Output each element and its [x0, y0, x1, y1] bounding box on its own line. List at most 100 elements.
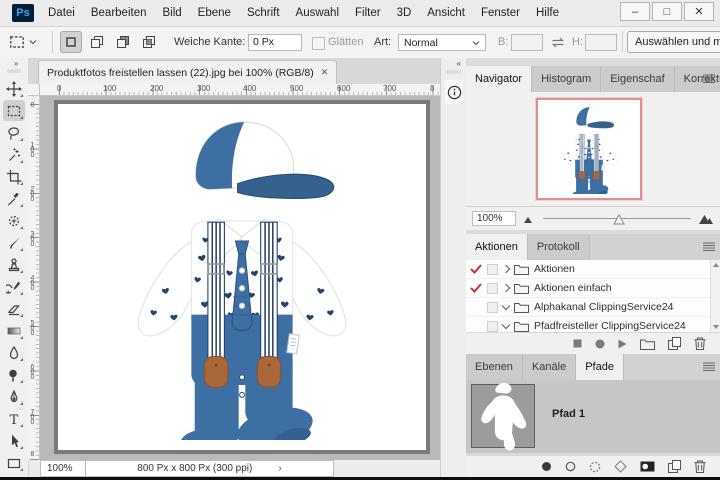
slider-thumb[interactable] — [613, 214, 625, 225]
dialog-toggle-checkbox[interactable] — [487, 302, 498, 313]
stop-icon[interactable] — [573, 339, 582, 348]
new-path-icon[interactable] — [668, 460, 681, 473]
tab-close-icon[interactable]: ✕ — [321, 67, 329, 78]
antialias-checkbox[interactable] — [312, 37, 325, 50]
rectangular-marquee-tool[interactable] — [3, 100, 25, 121]
trash-icon[interactable] — [694, 337, 706, 350]
minimize-button[interactable]: – — [620, 2, 650, 21]
magic-wand-tool[interactable] — [3, 144, 25, 165]
menu-ebene[interactable]: Ebene — [190, 0, 239, 26]
include-check[interactable] — [470, 264, 482, 274]
new-set-folder-icon[interactable] — [640, 338, 655, 350]
tab-histogram[interactable]: Histogram — [532, 66, 601, 92]
tab-protokoll[interactable]: Protokoll — [528, 234, 590, 260]
dodge-tool[interactable] — [3, 364, 25, 385]
tab-kanaele[interactable]: Kanäle — [523, 354, 576, 380]
tab-pfade[interactable]: Pfade — [576, 354, 624, 380]
close-button[interactable]: ✕ — [684, 2, 714, 21]
blur-tool[interactable] — [3, 342, 25, 363]
status-chevron-icon[interactable]: › — [278, 463, 281, 474]
move-tool[interactable] — [3, 78, 25, 99]
ruler-corner[interactable] — [28, 84, 40, 96]
strip-handle[interactable] — [446, 70, 461, 74]
menu-auswahl[interactable]: Auswahl — [288, 0, 347, 26]
menu-schrift[interactable]: Schrift — [239, 0, 288, 26]
load-selection-icon[interactable] — [589, 461, 601, 473]
history-brush-tool[interactable] — [3, 276, 25, 297]
tab-aktionen[interactable]: Aktionen — [466, 234, 528, 260]
eyedropper-tool[interactable] — [3, 188, 25, 209]
action-row[interactable]: Aktionen — [466, 260, 720, 279]
info-panel-button[interactable] — [445, 80, 463, 104]
subtract-selection-mode-button[interactable] — [112, 31, 134, 53]
width-input[interactable] — [511, 34, 543, 51]
lasso-tool[interactable] — [3, 122, 25, 143]
path-item-row[interactable]: Pfad 1 — [466, 380, 720, 453]
rectangle-shape-tool[interactable] — [3, 452, 25, 473]
spot-healing-brush-tool[interactable] — [3, 210, 25, 231]
stroke-path-icon[interactable] — [565, 461, 576, 472]
clone-stamp-tool[interactable] — [3, 254, 25, 275]
action-row[interactable]: Alphakanal ClippingService24 — [466, 298, 720, 317]
brush-tool[interactable] — [3, 232, 25, 253]
intersect-selection-mode-button[interactable] — [138, 31, 160, 53]
actions-scrollbar[interactable] — [710, 260, 720, 332]
scroll-up-icon[interactable] — [713, 263, 719, 267]
new-action-icon[interactable] — [668, 337, 681, 350]
menu-bild[interactable]: Bild — [154, 0, 189, 26]
menu-datei[interactable]: Datei — [40, 0, 83, 26]
zoom-out-icon[interactable] — [524, 215, 535, 223]
path-selection-tool[interactable] — [3, 430, 25, 451]
add-mask-icon[interactable] — [640, 461, 655, 472]
panel-menu-icon[interactable] — [703, 362, 715, 372]
menu-ansicht[interactable]: Ansicht — [419, 0, 473, 26]
navigator-zoom-slider[interactable] — [543, 212, 691, 226]
menu-bearbeiten[interactable]: Bearbeiten — [83, 0, 155, 26]
tab-ebenen[interactable]: Ebenen — [466, 354, 523, 380]
toolbar-collapse-button[interactable]: » — [14, 59, 18, 68]
menu-3d[interactable]: 3D — [389, 0, 420, 26]
maximize-button[interactable]: □ — [652, 2, 682, 21]
menu-fenster[interactable]: Fenster — [473, 0, 528, 26]
feather-input[interactable]: 0 Px — [248, 34, 302, 51]
tab-eigenschaften[interactable]: Eigenschaf — [601, 66, 674, 92]
crop-tool[interactable] — [3, 166, 25, 187]
include-check[interactable] — [470, 283, 482, 293]
document-image[interactable] — [54, 100, 430, 454]
dialog-toggle-checkbox[interactable] — [487, 264, 498, 275]
play-icon[interactable] — [618, 339, 627, 349]
swap-dimensions-icon[interactable] — [551, 36, 565, 49]
panel-menu-icon[interactable] — [703, 74, 715, 84]
canvas-area[interactable] — [40, 96, 440, 460]
navigator-proxy-view[interactable] — [536, 98, 642, 200]
action-row[interactable]: Aktionen einfach — [466, 279, 720, 298]
pen-tool[interactable] — [3, 386, 25, 407]
type-tool[interactable]: T — [3, 408, 25, 429]
height-input[interactable] — [585, 34, 617, 51]
chevron-down-icon[interactable] — [502, 302, 510, 310]
add-selection-mode-button[interactable] — [86, 31, 108, 53]
zoom-in-icon[interactable] — [699, 213, 714, 224]
menu-hilfe[interactable]: Hilfe — [528, 0, 567, 26]
style-select[interactable]: Normal — [398, 34, 486, 51]
scroll-down-icon[interactable] — [713, 325, 719, 329]
vertical-ruler[interactable]: 0 100 200 300 400 500 600 700 8 — [28, 96, 40, 460]
fill-path-icon[interactable] — [541, 461, 552, 472]
horizontal-ruler[interactable]: 0 100 200 300 400 500 600 700 8 — [40, 84, 440, 96]
gradient-tool[interactable] — [3, 320, 25, 341]
status-zoom-field[interactable]: 100% — [40, 460, 86, 477]
record-icon[interactable] — [595, 339, 605, 349]
chevron-right-icon[interactable] — [502, 284, 510, 292]
chevron-down-icon[interactable] — [502, 321, 510, 329]
panel-menu-icon[interactable] — [703, 242, 715, 252]
trash-icon[interactable] — [694, 460, 706, 473]
new-selection-mode-button[interactable] — [60, 31, 82, 53]
menu-filter[interactable]: Filter — [347, 0, 389, 26]
chevron-right-icon[interactable] — [502, 265, 510, 273]
tool-preset[interactable] — [8, 33, 37, 51]
document-tab[interactable]: Produktfotos freistellen lassen (22).jpg… — [38, 60, 337, 84]
select-and-mask-button[interactable]: Auswählen und mask — [627, 31, 720, 53]
dialog-toggle-checkbox[interactable] — [487, 321, 498, 332]
toolbar-handle[interactable] — [7, 69, 21, 73]
make-work-path-icon[interactable] — [614, 460, 627, 473]
